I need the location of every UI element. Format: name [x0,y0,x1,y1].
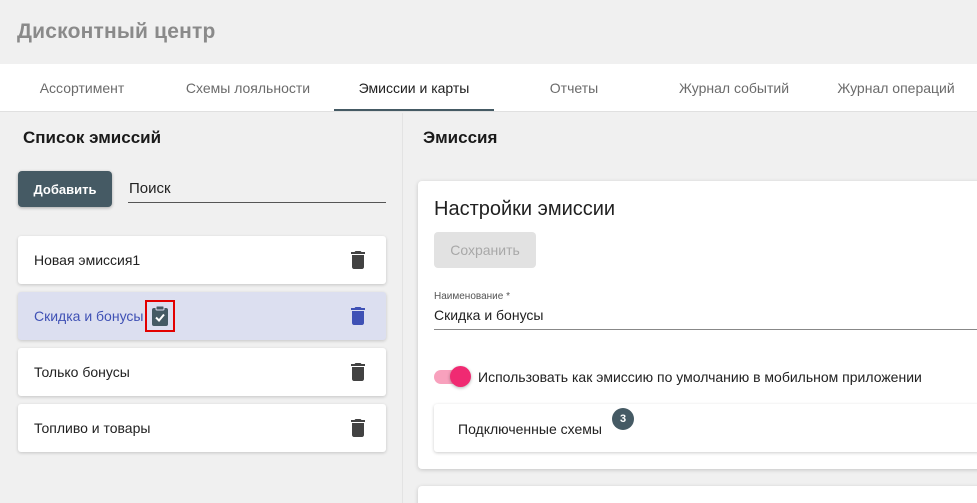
clipboard-check-icon [152,305,168,326]
connected-schemes-panel[interactable]: Подключенные схемы 3 [434,404,977,452]
default-emission-toggle[interactable] [434,366,472,388]
tab-event-log[interactable]: Журнал событий [664,64,804,112]
emission-label: Топливо и товары [34,420,151,436]
search-input[interactable] [128,175,386,203]
emission-detail-title: Эмиссия [423,128,498,147]
delete-icon[interactable] [346,304,370,328]
tab-loyalty-schemes[interactable]: Схемы лояльности [172,64,324,112]
delete-icon[interactable] [346,360,370,384]
save-button[interactable]: Сохранить [434,232,536,268]
tab-reports[interactable]: Отчеты [510,64,638,112]
active-tab-indicator [334,109,494,111]
app-title: Дисконтный центр [17,20,216,43]
emission-label: Новая эмиссия1 [34,252,141,268]
connected-schemes-label: Подключенные схемы [458,421,602,437]
connected-schemes-count-badge: 3 [612,408,634,430]
emission-list-item[interactable]: Только бонусы [18,348,386,396]
emission-list-item[interactable]: Новая эмиссия1 [18,236,386,284]
emission-list-item-selected[interactable]: Скидка и бонусы [18,292,386,340]
name-field[interactable]: Скидка и бонусы [434,307,977,330]
default-emission-toggle-label: Использовать как эмиссию по умолчанию в … [478,369,922,385]
name-field-label: Наименование * [434,291,510,302]
delete-icon[interactable] [346,416,370,440]
tab-operations-log[interactable]: Журнал операций [826,64,966,112]
tab-bar: Ассортимент Схемы лояльности Эмиссии и к… [0,64,977,112]
tab-emissions-cards[interactable]: Эмиссии и карты [334,64,494,112]
delete-icon[interactable] [346,248,370,272]
default-emission-marker [145,300,175,332]
next-card [418,486,977,503]
emission-list-item[interactable]: Топливо и товары [18,404,386,452]
toggle-knob [450,366,471,387]
app-header: Дисконтный центр [0,0,977,64]
emission-list-title: Список эмиссий [23,128,162,147]
emission-label: Скидка и бонусы [34,308,144,324]
settings-title: Настройки эмиссии [434,198,616,220]
tab-assortment[interactable]: Ассортимент [14,64,150,112]
add-emission-button[interactable]: Добавить [18,171,112,207]
emission-label: Только бонусы [34,364,130,380]
